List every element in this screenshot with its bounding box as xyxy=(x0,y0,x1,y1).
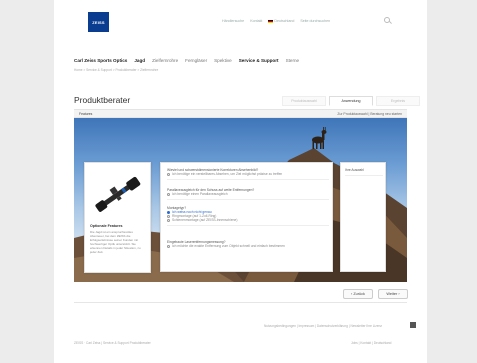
footer-right-links[interactable]: Jobs | Kontakt | Deutschland xyxy=(351,341,391,345)
footer-copyright: ZEISS · Carl Zeiss | Service & Support P… xyxy=(74,341,151,345)
selection-summary-label: Ihre Auswahl xyxy=(345,168,364,172)
option-item[interactable]: Ich möchte die exakte Entfernung zum Obj… xyxy=(167,244,329,248)
checkbox-icon[interactable] xyxy=(167,244,170,248)
step-tabs: Produktauswahl Anwendung Ergebnis xyxy=(282,96,420,106)
page-canvas: ZEISS Händlersuche Kontakt Deutschland S… xyxy=(54,0,427,363)
back-button[interactable]: ‹ Zurück xyxy=(343,289,373,299)
option-label: Ich benötige ein verstellbares Absehen, … xyxy=(172,172,283,176)
question-block: Wieviel und schwerstdimensionierte Korre… xyxy=(167,168,329,180)
germany-flag-icon xyxy=(268,19,274,23)
question-block: Parallaxeausgleich für den Schuss auf we… xyxy=(167,188,329,200)
zeiss-logo[interactable]: ZEISS xyxy=(88,12,109,32)
page-title: Produktberater xyxy=(74,95,131,105)
optional-features-card: Optionale Features Die Jagd ist ein ansp… xyxy=(84,162,151,273)
optional-features-text: Die Jagd ist ein anspruchsvolles Abenteu… xyxy=(90,230,141,254)
breadcrumb[interactable]: Home > Service & Support > Produktberate… xyxy=(74,68,158,72)
option-label: Ich benötige einen Parallaxeausgleich xyxy=(172,192,228,196)
restart-link[interactable]: Zur Produktauswahl | Beratung neu starte… xyxy=(337,112,402,116)
footer-links[interactable]: Nutzungsbedingungen | Impressum | Datens… xyxy=(264,324,382,328)
tab-result[interactable]: Ergebnis xyxy=(376,96,420,106)
nav-item-service-support[interactable]: Service & Support xyxy=(239,58,279,63)
selection-summary-card: Ihre Auswahl xyxy=(340,162,386,272)
option-item[interactable]: Ich benötige einen Parallaxeausgleich xyxy=(167,192,329,196)
question-block: Eingebaute Laserentfernungsmessung? Ich … xyxy=(167,240,329,248)
question-block: Montagetyp? Ich weiss noch nicht genau R… xyxy=(167,206,329,226)
features-label: Features xyxy=(79,112,93,116)
nav-item-sports-optics[interactable]: Carl Zeiss Sports Optics xyxy=(74,58,127,63)
divider xyxy=(167,199,329,200)
print-icon[interactable] xyxy=(410,322,416,328)
option-item[interactable]: Ich benötige ein verstellbares Absehen, … xyxy=(167,172,329,176)
country-selector[interactable]: Deutschland xyxy=(268,19,294,23)
dealer-link[interactable]: Händlersuche xyxy=(222,19,244,23)
optional-features-title: Optionale Features xyxy=(90,224,123,228)
nav-item-stars[interactable]: Sterne xyxy=(286,58,300,63)
divider xyxy=(345,175,383,176)
nav-item-binoculars[interactable]: Ferngläser xyxy=(185,58,207,63)
search-icon[interactable] xyxy=(384,17,390,23)
questions-card: Wieviel und schwerstdimensionierte Korre… xyxy=(160,162,333,272)
features-bar: Features Zur Produktauswahl | Beratung n… xyxy=(74,109,407,118)
header-links: Händlersuche Kontakt Deutschland Seite d… xyxy=(222,19,330,23)
tab-application[interactable]: Anwendung xyxy=(329,96,373,106)
option-label: Schienenmontage (auf ZEISS-Innenschiene) xyxy=(172,218,238,222)
country-label: Deutschland xyxy=(274,19,295,23)
divider xyxy=(167,179,329,180)
nav-item-spotting-scopes[interactable]: Spektive xyxy=(214,58,232,63)
main-nav: Carl Zeiss Sports Optics Jagd Zielfernro… xyxy=(74,58,299,63)
footer-divider xyxy=(74,302,407,303)
radio-icon[interactable] xyxy=(167,218,170,222)
option-item[interactable]: Schienenmontage (auf ZEISS-Innenschiene) xyxy=(167,218,329,222)
tab-product-selection[interactable]: Produktauswahl xyxy=(282,96,326,106)
checkbox-icon[interactable] xyxy=(167,192,170,196)
contact-link[interactable]: Kontakt xyxy=(250,19,262,23)
riflescope-image xyxy=(95,176,141,212)
nav-item-riflescopes[interactable]: Zielfernrohre xyxy=(152,58,178,63)
checkbox-icon[interactable] xyxy=(167,172,170,176)
option-label: Ich möchte die exakte Entfernung zum Obj… xyxy=(172,244,285,248)
search-link[interactable]: Seite durchsuchen xyxy=(300,19,330,23)
divider xyxy=(167,225,329,226)
next-button[interactable]: Weiter › xyxy=(378,289,408,299)
logo-text: ZEISS xyxy=(92,19,105,25)
nav-item-hunting[interactable]: Jagd xyxy=(134,58,145,63)
